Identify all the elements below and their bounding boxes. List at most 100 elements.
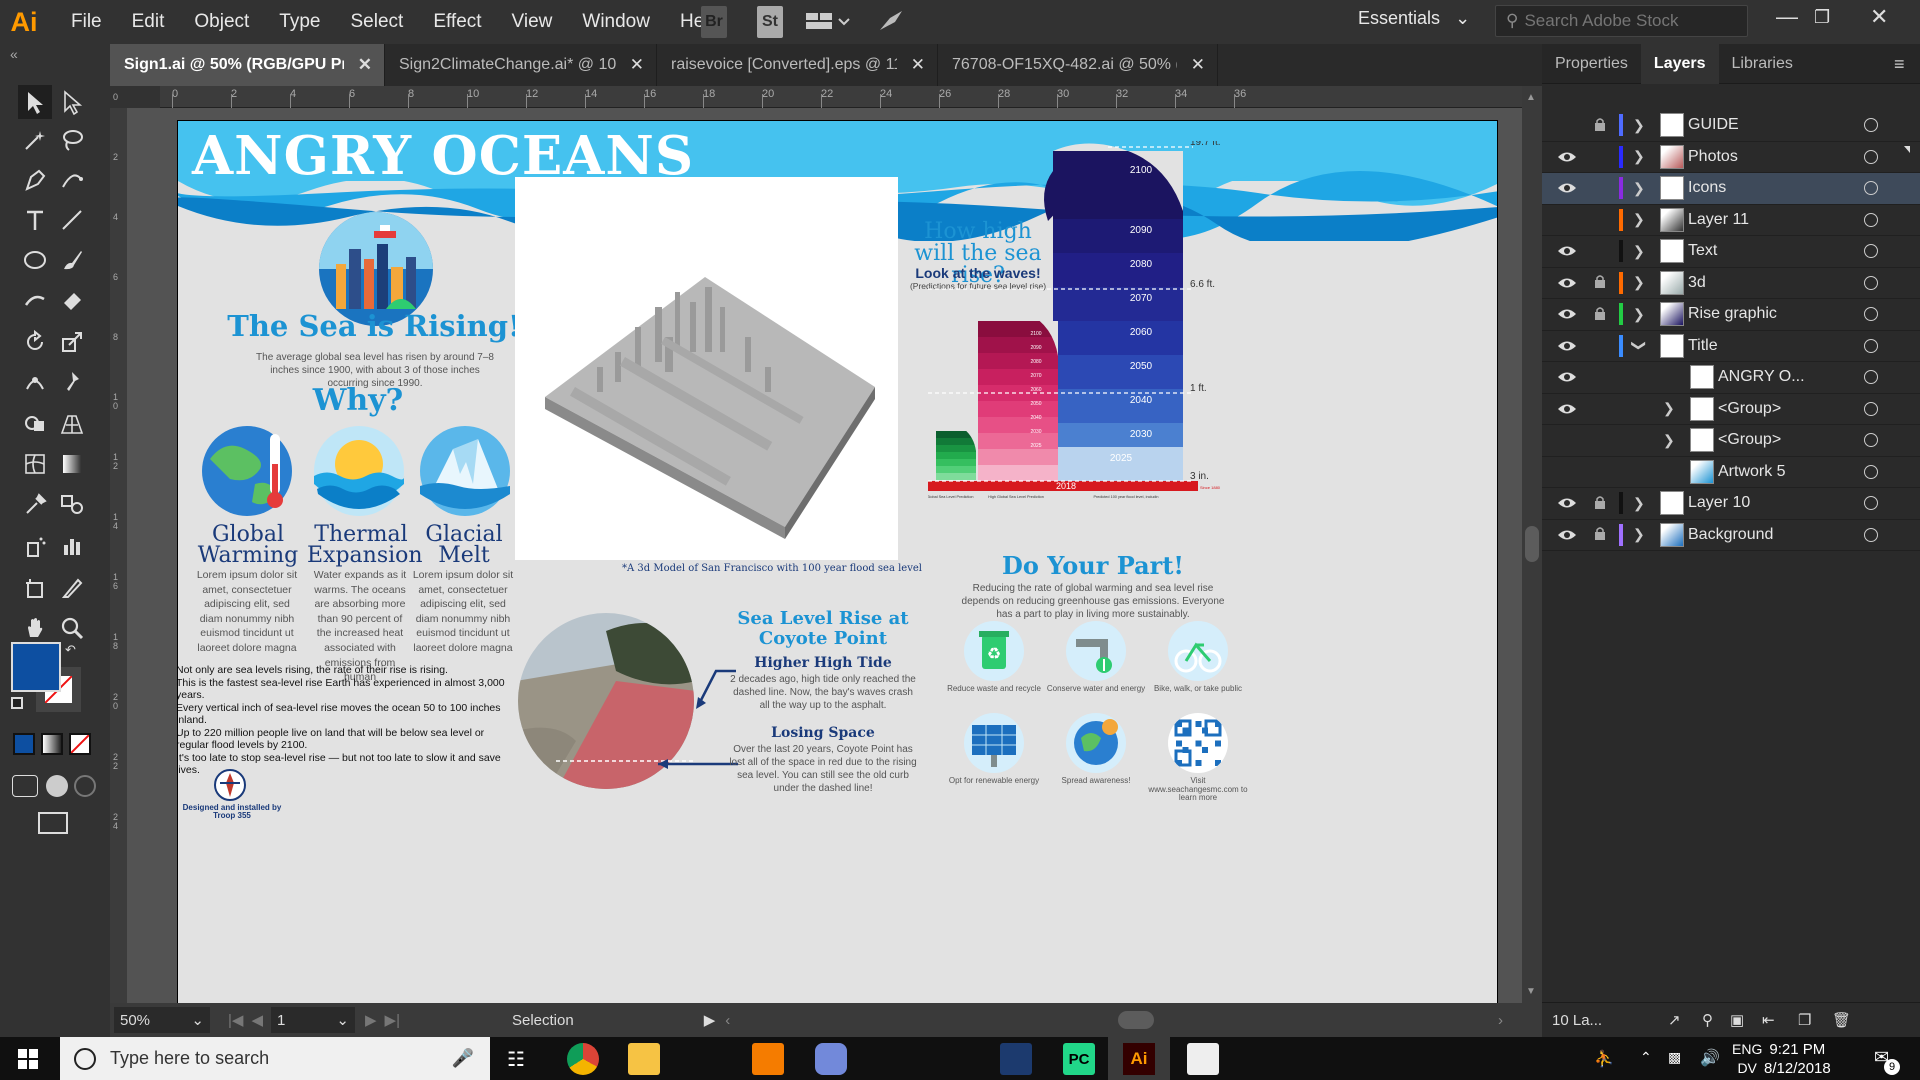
shape-builder-icon[interactable] [18,407,52,441]
hand-tool-icon[interactable] [18,611,52,645]
lock-icon[interactable] [1594,306,1606,323]
target-icon[interactable] [1864,149,1878,164]
h-scroll-thumb[interactable] [1118,1011,1154,1029]
target-icon[interactable] [1864,118,1878,133]
people-icon[interactable]: ⛹ [1594,1049,1614,1069]
pen-tool-icon[interactable] [18,163,52,197]
slice-tool-icon[interactable] [55,571,89,605]
target-icon[interactable] [1864,338,1878,353]
scroll-thumb[interactable] [1525,526,1539,562]
export-icon[interactable]: ↗ [1668,1011,1681,1029]
panel-tab-layers[interactable]: Layers [1640,43,1719,84]
visibility-eye-icon[interactable] [1557,181,1577,195]
pin-tool-icon[interactable] [55,365,89,399]
microphone-icon[interactable]: 🎤 [452,1048,474,1069]
target-icon[interactable] [1864,433,1878,448]
scroll-down-icon[interactable]: ▼ [1526,986,1536,997]
locate-object-icon[interactable]: ⚲ [1702,1011,1713,1029]
column-graph-icon[interactable] [55,529,89,563]
swap-colors-icon[interactable]: ↶ [65,642,76,658]
visibility-eye-icon[interactable] [1557,402,1577,416]
chevron-down-icon[interactable]: ❯ [1630,340,1647,352]
model-image-frame[interactable] [515,177,898,560]
document-tab[interactable]: Sign1.ai @ 50% (RGB/GPU Preview) ✕ [110,44,385,86]
unity-icon[interactable] [1000,1043,1032,1075]
workspace-dropdown[interactable]: Essentials ⌄ [1358,8,1470,29]
magic-wand-icon[interactable] [18,123,52,157]
chevron-right-icon[interactable]: ❯ [1633,274,1645,291]
new-layer-icon[interactable]: ❐ [1798,1011,1811,1029]
document-tab[interactable]: raisevoice [Converted].eps @ 115% ... ✕ [657,44,938,86]
target-icon[interactable] [1864,464,1878,479]
close-icon[interactable]: ✕ [630,55,644,75]
visibility-eye-icon[interactable] [1557,244,1577,258]
none-mode-icon[interactable] [69,733,91,755]
rotate-tool-icon[interactable] [18,325,52,359]
next-artboard-icon[interactable]: ▶ [365,1011,377,1029]
task-view-icon[interactable]: ☷ [507,1047,525,1072]
make-clip-mask-icon[interactable]: ▣ [1730,1011,1744,1029]
gradient-tool-icon[interactable] [55,447,89,481]
chevron-right-icon[interactable]: ❯ [1633,495,1645,512]
target-icon[interactable] [1864,370,1878,385]
lock-icon[interactable] [1594,274,1606,291]
vertical-scrollbar[interactable] [1522,86,1542,1003]
gradient-mode-icon[interactable] [41,733,63,755]
target-icon[interactable] [1864,527,1878,542]
menu-effect[interactable]: Effect [418,0,496,44]
lasso-tool-icon[interactable] [55,123,89,157]
visibility-eye-icon[interactable] [1557,150,1577,164]
layer-row[interactable]: ❯ Photos [1542,142,1920,173]
target-icon[interactable] [1864,307,1878,322]
close-icon[interactable]: ✕ [1191,55,1205,75]
layer-row[interactable]: ❯ Layer 11 [1542,205,1920,236]
target-icon[interactable] [1864,181,1878,196]
paintbrush-tool-icon[interactable] [55,243,89,277]
gpu-performance-icon[interactable] [878,8,904,34]
new-sublayer-icon[interactable]: ⇤ [1762,1011,1775,1029]
layer-row[interactable]: ❯ 3d [1542,268,1920,299]
illustrator-taskbar-item[interactable]: Ai [1108,1037,1170,1080]
scale-tool-icon[interactable] [55,325,89,359]
target-icon[interactable] [1864,244,1878,259]
close-icon[interactable]: ✕ [1870,4,1888,30]
ellipse-tool-icon[interactable] [18,243,52,277]
layer-row[interactable]: ❯ <Group> [1542,394,1920,425]
menu-object[interactable]: Object [179,0,264,44]
status-menu-icon[interactable]: ▶ [704,1011,716,1029]
symbol-sprayer-icon[interactable] [18,529,52,563]
fill-color-swatch[interactable] [11,642,61,692]
visibility-eye-icon[interactable] [1557,370,1577,384]
menu-view[interactable]: View [497,0,568,44]
chevron-right-icon[interactable]: ❯ [1633,180,1645,197]
scroll-left-icon[interactable]: ‹ [725,1012,730,1029]
target-icon[interactable] [1864,212,1878,227]
tray-chevron-icon[interactable]: ⌃ [1640,1049,1652,1066]
close-icon[interactable]: ✕ [911,55,925,75]
chevron-right-icon[interactable]: ❯ [1633,243,1645,260]
chevron-right-icon[interactable]: ❯ [1633,117,1645,134]
zoom-select[interactable]: 50% ⌄ [114,1007,210,1033]
document-tab[interactable]: Sign2ClimateChange.ai* @ 100% (R... ✕ [385,44,657,86]
blend-tool-icon[interactable] [55,487,89,521]
stock-search[interactable]: ⚲ [1495,5,1748,37]
screen-mode-icon[interactable] [38,812,68,834]
chevron-right-icon[interactable]: ❯ [1633,211,1645,228]
menu-file[interactable]: File [56,0,117,44]
layer-row[interactable]: ❯ Layer 10 [1542,488,1920,520]
mesh-tool-icon[interactable] [18,447,52,481]
visibility-eye-icon[interactable] [1557,307,1577,321]
visibility-eye-icon[interactable] [1557,528,1577,542]
curvature-tool-icon[interactable] [55,163,89,197]
artboard-select[interactable]: 1 ⌄ [270,1007,355,1033]
last-artboard-icon[interactable]: ▶| [385,1011,400,1029]
type-tool-icon[interactable] [18,203,52,237]
menu-edit[interactable]: Edit [117,0,180,44]
draw-behind-icon[interactable] [46,775,68,797]
scroll-right-icon[interactable]: › [1498,1012,1503,1029]
target-icon[interactable] [1864,275,1878,290]
lock-icon[interactable] [1594,495,1606,512]
chevron-right-icon[interactable]: ❯ [1633,306,1645,323]
eraser-tool-icon[interactable] [55,283,89,317]
collapse-panel-icon[interactable]: « [10,46,18,62]
